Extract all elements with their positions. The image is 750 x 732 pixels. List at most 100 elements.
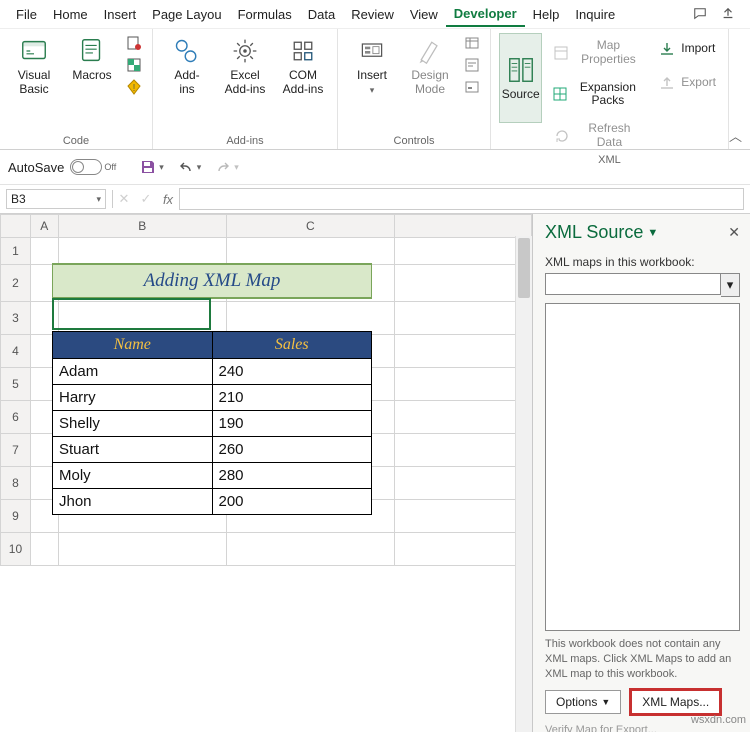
save-button[interactable]: ▾ — [136, 157, 168, 177]
menu-bar: File Home Insert Page Layou Formulas Dat… — [0, 0, 750, 29]
group-label-addins: Add-ins — [226, 133, 263, 147]
macros-button[interactable]: Macros — [66, 33, 118, 85]
dropdown-icon: ▾ — [370, 85, 375, 95]
row-header[interactable]: 3 — [1, 302, 31, 335]
addins-label: Add- ins — [174, 69, 199, 97]
dropdown-icon[interactable]: ▼ — [647, 227, 658, 239]
tab-insert[interactable]: Insert — [96, 3, 145, 26]
tab-formulas[interactable]: Formulas — [230, 3, 300, 26]
design-mode-label: Design Mode — [411, 69, 448, 97]
tab-view[interactable]: View — [402, 3, 446, 26]
dropdown-icon[interactable]: ▾ — [721, 273, 740, 297]
svg-text:!: ! — [133, 83, 136, 94]
worksheet-area[interactable]: A B C 1 2 3 4 5 6 7 8 9 10 Adding XML Ma… — [0, 214, 532, 732]
row-header[interactable]: 2 — [1, 265, 31, 302]
map-properties-button[interactable]: Map Properties — [548, 37, 647, 69]
row-header[interactable]: 4 — [1, 335, 31, 368]
comments-icon[interactable] — [688, 2, 712, 26]
addins-icon — [171, 35, 203, 67]
table-row: Adam240 — [53, 359, 372, 385]
col-header-a[interactable]: A — [30, 215, 58, 238]
export-button[interactable]: Export — [653, 71, 720, 95]
map-properties-icon — [552, 43, 569, 63]
options-button[interactable]: Options▼ — [545, 690, 621, 714]
table-header-sales: Sales — [212, 332, 372, 359]
enter-icon[interactable]: ✓ — [135, 191, 157, 207]
vertical-scrollbar[interactable] — [515, 236, 532, 732]
addins-button[interactable]: Add- ins — [161, 33, 213, 99]
ribbon-group-addins: Add- ins Excel Add-ins COM Add-ins Add-i… — [153, 29, 338, 149]
tab-home[interactable]: Home — [45, 3, 96, 26]
visual-basic-button[interactable]: Visual Basic — [8, 33, 60, 99]
table-row: Moly280 — [53, 463, 372, 489]
import-button[interactable]: Import — [653, 37, 720, 61]
row-header[interactable]: 5 — [1, 368, 31, 401]
active-cell-highlight — [52, 298, 211, 330]
tab-help[interactable]: Help — [525, 3, 568, 26]
group-label-xml: XML — [598, 152, 621, 166]
macro-security-icon[interactable]: ! — [124, 77, 144, 97]
table-row: Stuart260 — [53, 437, 372, 463]
undo-button[interactable]: ▾ — [174, 157, 206, 177]
record-macro-icon[interactable] — [124, 33, 144, 53]
autosave-label: AutoSave — [8, 160, 64, 175]
col-header-b[interactable]: B — [58, 215, 226, 238]
row-header[interactable]: 10 — [1, 533, 31, 566]
insert-control-label: Insert — [357, 69, 387, 83]
formula-bar[interactable] — [179, 188, 744, 210]
group-label-code: Code — [63, 133, 89, 147]
tab-developer[interactable]: Developer — [446, 2, 525, 27]
collapse-ribbon-icon[interactable]: ︿ — [729, 29, 750, 149]
xml-source-task-pane: XML Source ▼ ✕ XML maps in this workbook… — [532, 214, 750, 732]
excel-addins-button[interactable]: Excel Add-ins — [219, 33, 271, 99]
table-row: Jhon200 — [53, 489, 372, 515]
table-header-name: Name — [53, 332, 213, 359]
tab-page-layout[interactable]: Page Layou — [144, 3, 229, 26]
xml-tree-view[interactable] — [545, 303, 740, 631]
task-pane-title: XML Source ▼ — [545, 222, 658, 243]
tab-review[interactable]: Review — [343, 3, 402, 26]
col-header-blank[interactable] — [394, 215, 531, 238]
fx-icon[interactable]: fx — [157, 192, 179, 207]
xml-maps-combo[interactable]: ▾ — [545, 273, 740, 297]
quick-access-toolbar: AutoSave Off ▾ ▾ ▾ — [0, 150, 750, 185]
xml-source-button[interactable]: Source — [499, 33, 542, 123]
cancel-icon[interactable]: ✕ — [113, 191, 135, 207]
row-header[interactable]: 1 — [1, 238, 31, 265]
design-mode-button[interactable]: Design Mode — [404, 33, 456, 99]
tab-inquire[interactable]: Inquire — [567, 3, 623, 26]
use-relative-icon[interactable] — [124, 55, 144, 75]
row-header[interactable]: 8 — [1, 467, 31, 500]
tab-data[interactable]: Data — [300, 3, 343, 26]
name-box[interactable]: B3 ▾ — [6, 189, 106, 209]
com-addins-button[interactable]: COM Add-ins — [277, 33, 329, 99]
group-label-controls: Controls — [394, 133, 435, 147]
import-icon — [657, 39, 677, 59]
redo-button[interactable]: ▾ — [211, 157, 243, 177]
com-addins-label: COM Add-ins — [283, 69, 324, 97]
view-code-icon[interactable] — [462, 55, 482, 75]
share-icon[interactable] — [716, 2, 740, 26]
col-header-c[interactable]: C — [226, 215, 394, 238]
xml-maps-button[interactable]: XML Maps... — [631, 690, 720, 714]
insert-control-button[interactable]: Insert ▾ — [346, 33, 398, 97]
run-dialog-icon[interactable] — [462, 77, 482, 97]
macros-icon — [76, 35, 108, 67]
tab-file[interactable]: File — [8, 3, 45, 26]
row-header[interactable]: 9 — [1, 500, 31, 533]
row-header[interactable]: 6 — [1, 401, 31, 434]
properties-icon[interactable] — [462, 33, 482, 53]
formula-bar-row: B3 ▾ ✕ ✓ fx — [0, 185, 750, 214]
close-icon[interactable]: ✕ — [728, 224, 740, 241]
expansion-packs-button[interactable]: Expansion Packs — [548, 79, 647, 111]
select-all-corner[interactable] — [1, 215, 31, 238]
xml-source-label: Source — [502, 88, 540, 102]
excel-addins-label: Excel Add-ins — [225, 69, 266, 97]
maps-label: XML maps in this workbook: — [545, 255, 740, 269]
row-header[interactable]: 7 — [1, 434, 31, 467]
excel-addins-icon — [229, 35, 261, 67]
autosave-toggle[interactable] — [70, 159, 102, 175]
title-banner: Adding XML Map — [52, 263, 372, 299]
visual-basic-icon — [18, 35, 50, 67]
refresh-data-button[interactable]: Refresh Data — [548, 120, 647, 152]
